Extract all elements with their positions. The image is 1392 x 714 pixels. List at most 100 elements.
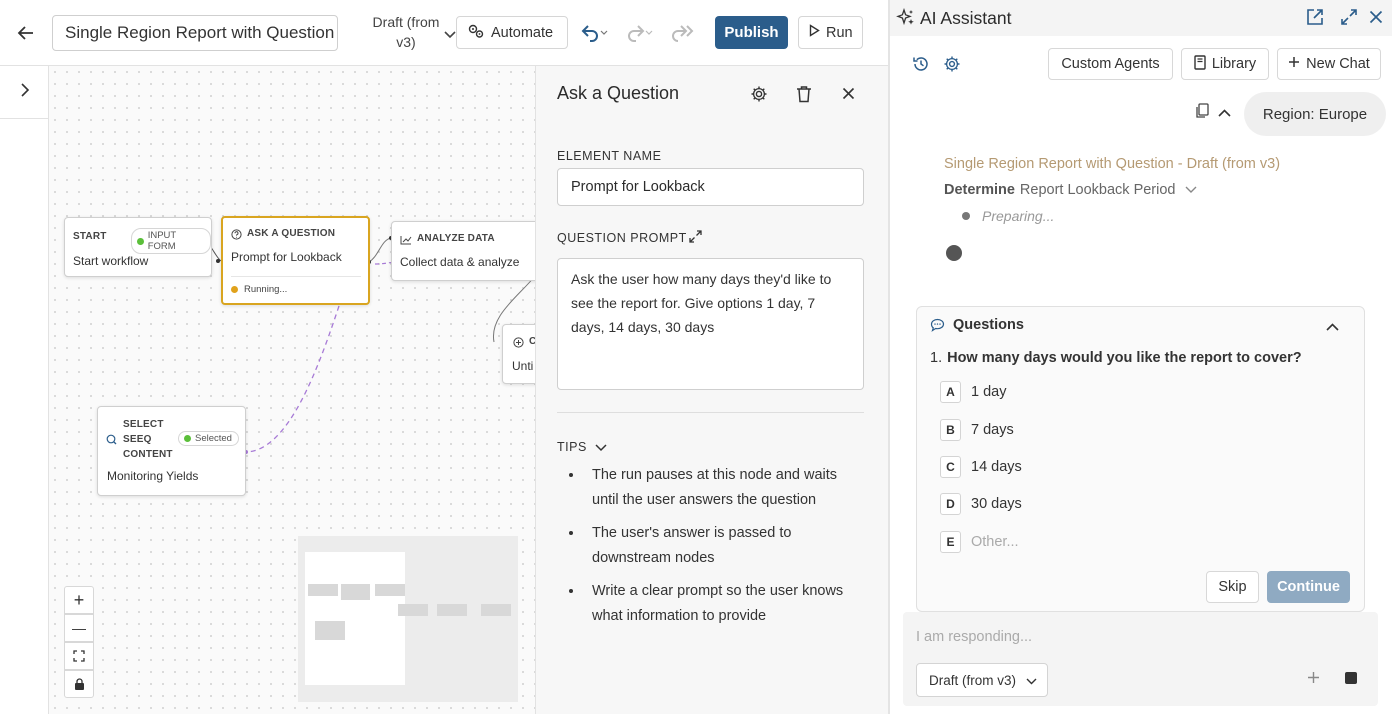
- node-select-name: Monitoring Yields: [107, 469, 199, 483]
- run-label: Run: [826, 24, 853, 41]
- option-label: 7 days: [971, 422, 1014, 438]
- node-select-type-line3: CONTENT: [123, 449, 173, 460]
- library-button[interactable]: Library: [1181, 48, 1269, 80]
- chevron-down-icon: [1026, 673, 1037, 688]
- questions-title: Questions: [953, 317, 1024, 333]
- selected-badge-label: Selected: [195, 433, 232, 444]
- tips-toggle[interactable]: TIPS: [557, 439, 607, 455]
- fit-view-button[interactable]: [64, 642, 94, 670]
- workflow-canvas[interactable]: START INPUT FORM Start workflow ASK A QU…: [49, 66, 535, 714]
- chevron-up-icon: [1325, 318, 1339, 334]
- node-ask-question[interactable]: ASK A QUESTION Prompt for Lookback Runni…: [221, 216, 370, 305]
- question-circle-icon: [231, 227, 242, 243]
- option-letter: E: [940, 531, 961, 553]
- assistant-settings-button[interactable]: [941, 54, 963, 76]
- fullscreen-icon: [73, 646, 85, 667]
- option-letter: D: [940, 493, 961, 515]
- node-select-type-line1: SELECT: [123, 419, 164, 430]
- chat-bubble-icon: [930, 318, 945, 335]
- plus-icon: [1307, 671, 1320, 687]
- close-panel-button[interactable]: [837, 84, 859, 106]
- element-name-input[interactable]: Prompt for Lookback: [557, 168, 864, 206]
- workflow-title-input[interactable]: Single Region Report with Question: [52, 15, 338, 51]
- option-letter: B: [940, 419, 961, 441]
- input-form-badge: INPUT FORM: [131, 228, 211, 254]
- expand-assistant-button[interactable]: [1338, 7, 1360, 29]
- custom-agents-button[interactable]: Custom Agents: [1048, 48, 1173, 80]
- open-external-button[interactable]: [1304, 7, 1326, 29]
- close-assistant-button[interactable]: [1366, 8, 1386, 28]
- continue-button[interactable]: Continue: [1267, 571, 1350, 603]
- new-chat-label: New Chat: [1306, 56, 1370, 72]
- external-link-icon: [1306, 8, 1324, 29]
- stop-generation-button[interactable]: [1342, 670, 1360, 688]
- redo-all-button[interactable]: [666, 19, 698, 47]
- step-label: Report Lookback Period: [1019, 182, 1176, 198]
- new-chat-button[interactable]: New Chat: [1277, 48, 1381, 80]
- version-select-line1: Draft (from: [372, 14, 440, 30]
- stop-square-icon: [1345, 671, 1357, 687]
- publish-button[interactable]: Publish: [715, 16, 788, 49]
- option-d[interactable]: D 30 days: [940, 493, 1022, 515]
- node-select-content[interactable]: SELECT SEEQ CONTENT Selected Monitoring …: [97, 406, 246, 496]
- automate-gears-icon: [467, 23, 485, 43]
- automate-button[interactable]: Automate: [456, 16, 568, 49]
- running-status-dot: [231, 286, 238, 293]
- question-prompt-textarea[interactable]: Ask the user how many days they'd like t…: [557, 258, 864, 390]
- back-arrow-icon[interactable]: [12, 20, 40, 46]
- model-select-value: Draft (from v3): [929, 672, 1017, 688]
- lock-canvas-button[interactable]: [64, 670, 94, 698]
- model-select[interactable]: Draft (from v3): [916, 663, 1048, 697]
- book-icon: [1194, 54, 1206, 74]
- zoom-in-button[interactable]: +: [64, 586, 94, 614]
- chevron-right-icon: [20, 82, 30, 101]
- redo-button[interactable]: [620, 19, 656, 47]
- close-icon: [842, 87, 855, 103]
- attach-button[interactable]: [1303, 669, 1323, 689]
- chat-input[interactable]: I am responding...: [916, 629, 1032, 645]
- option-c[interactable]: C 14 days: [940, 456, 1022, 478]
- skip-button[interactable]: Skip: [1206, 571, 1259, 603]
- play-icon: [809, 24, 820, 41]
- option-b[interactable]: B 7 days: [940, 419, 1014, 441]
- option-a[interactable]: A 1 day: [940, 381, 1006, 403]
- tip-item: Write a clear prompt so the user knows w…: [584, 579, 866, 629]
- close-icon: [1369, 10, 1383, 27]
- zoom-out-button[interactable]: —: [64, 614, 94, 642]
- chart-line-icon: [400, 232, 412, 248]
- history-button[interactable]: [910, 54, 932, 76]
- plus-icon: [1288, 56, 1300, 72]
- node-analyze-type: ANALYZE DATA: [417, 233, 495, 244]
- copy-message-button[interactable]: [1192, 102, 1212, 122]
- canvas-minimap[interactable]: [298, 536, 518, 702]
- version-select[interactable]: Draft (from v3): [356, 12, 456, 54]
- tips-list: The run pauses at this node and waits un…: [566, 463, 866, 637]
- expand-prompt-button[interactable]: [687, 230, 703, 246]
- tip-item: The run pauses at this node and waits un…: [584, 463, 866, 513]
- option-letter: A: [940, 381, 961, 403]
- bullet-dot: [962, 212, 970, 220]
- workflow-reference-link[interactable]: Single Region Report with Question - Dra…: [944, 156, 1280, 172]
- user-message-bubble: Region: Europe: [1244, 92, 1386, 136]
- expand-arrows-icon: [688, 230, 702, 246]
- option-other-input[interactable]: Other...: [971, 534, 1019, 550]
- node-analyze-name: Collect data & analyze: [400, 255, 520, 269]
- node-loop[interactable]: C Unti: [502, 324, 535, 384]
- gear-icon: [943, 55, 961, 76]
- node-start[interactable]: START INPUT FORM Start workflow: [64, 217, 212, 277]
- step-expander[interactable]: Determine Report Lookback Period: [944, 182, 1197, 198]
- collapse-questions-button[interactable]: [1322, 316, 1342, 336]
- node-ask-type: ASK A QUESTION: [247, 228, 336, 239]
- node-settings-button[interactable]: [748, 84, 770, 106]
- redo-all-icon: [669, 22, 695, 45]
- question-1: 1. How many days would you like the repo…: [930, 350, 1302, 366]
- delete-node-button[interactable]: [793, 84, 815, 106]
- version-select-line2: v3): [396, 34, 416, 50]
- undo-button[interactable]: [576, 19, 612, 47]
- collapse-message-button[interactable]: [1214, 102, 1234, 122]
- run-button[interactable]: Run: [798, 16, 863, 49]
- expand-sidebar-button[interactable]: [14, 80, 36, 102]
- option-e-other[interactable]: E Other...: [940, 531, 1019, 553]
- node-analyze-data[interactable]: ANALYZE DATA Collect data & analyze: [391, 221, 535, 281]
- selected-dot: [184, 435, 191, 442]
